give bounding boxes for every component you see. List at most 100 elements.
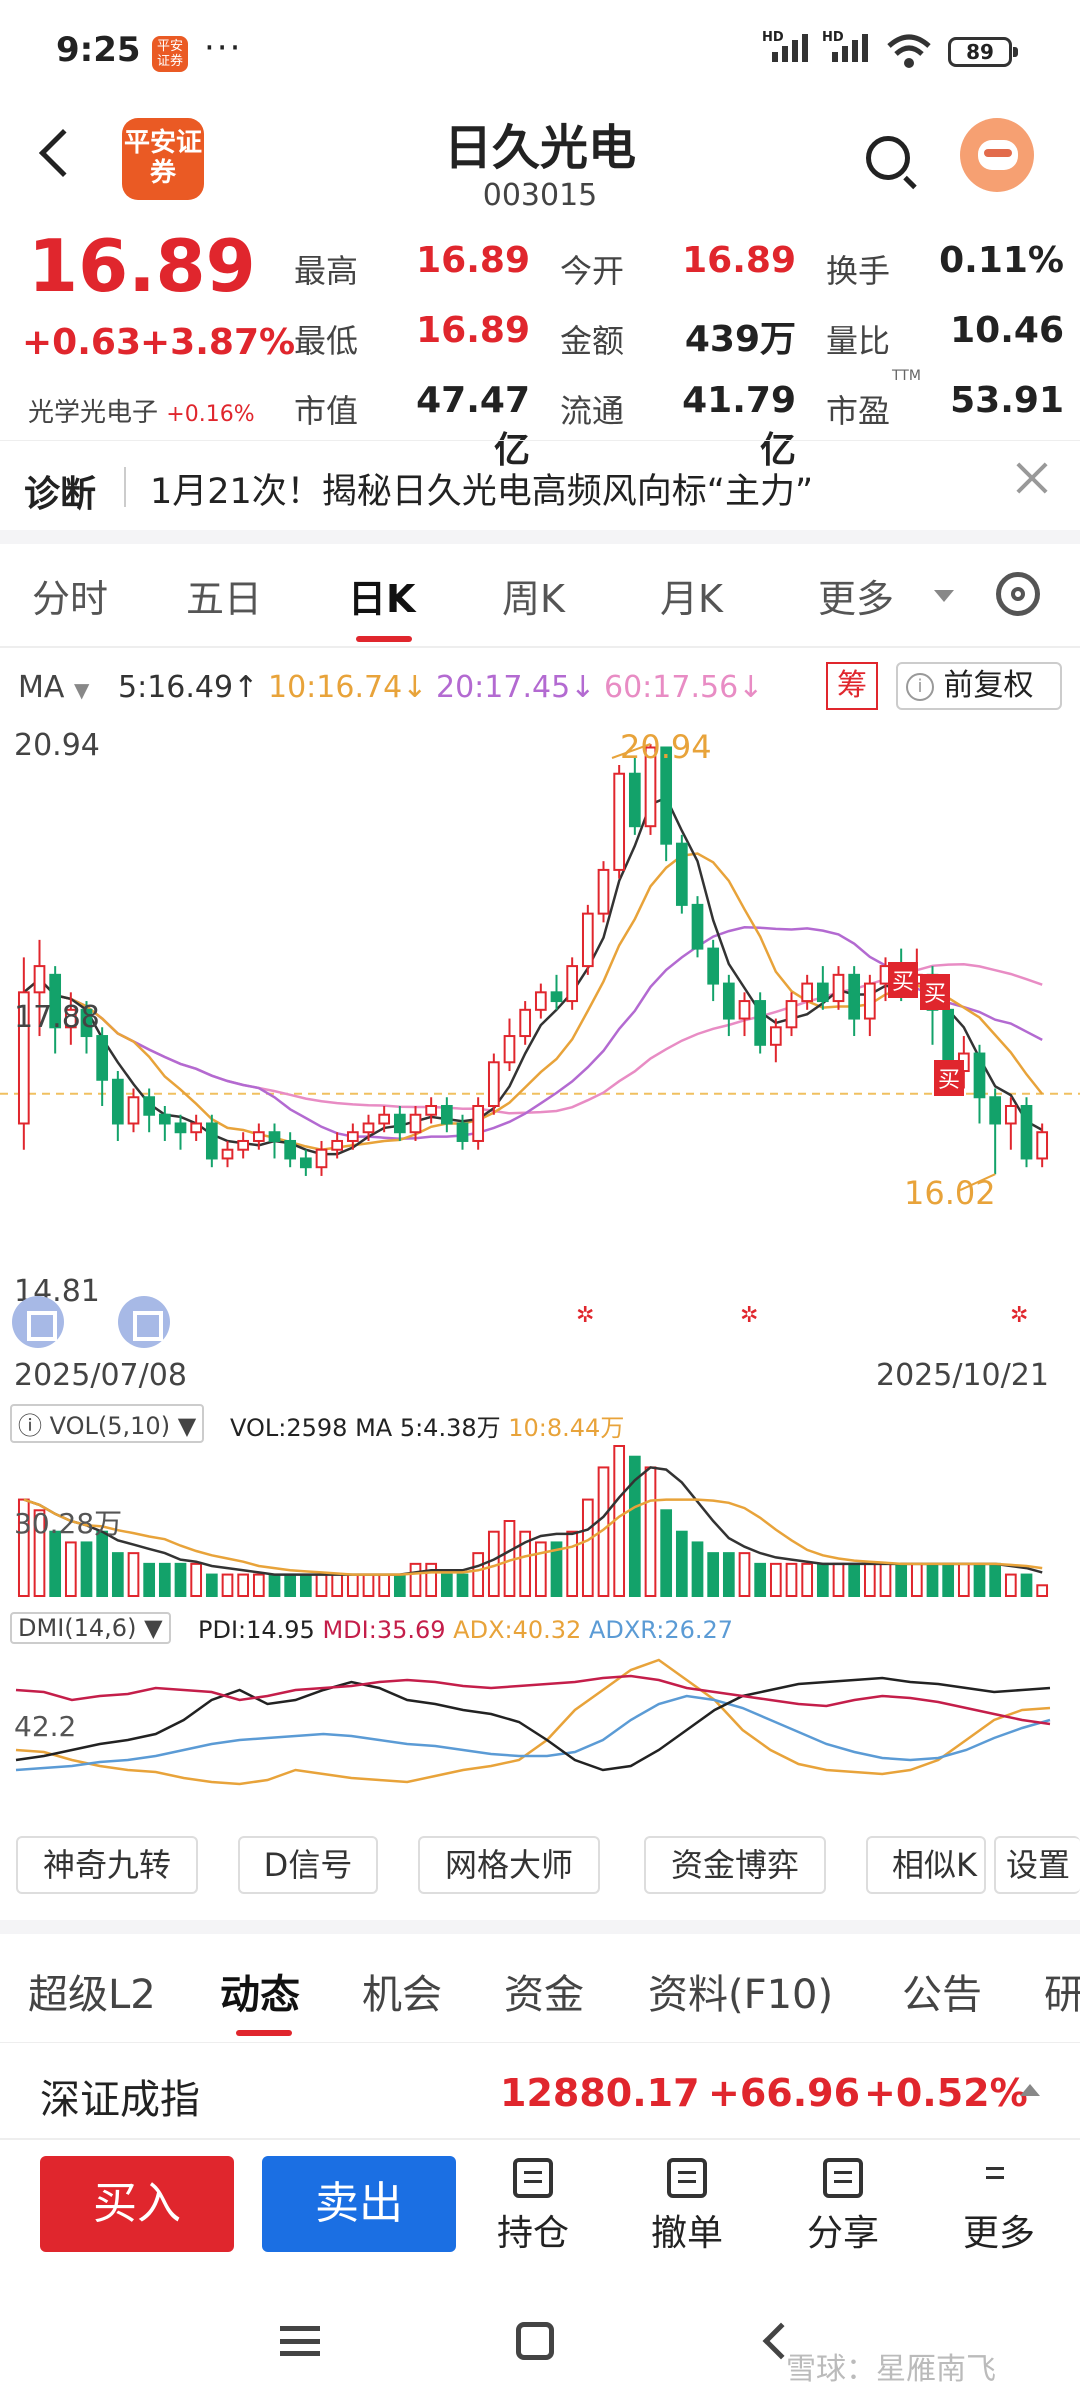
volume-bar [848,1562,861,1597]
active-tab-indicator [356,636,412,642]
chevron-up-icon[interactable] [1020,2084,1040,2096]
menu-icon [979,2158,1019,2198]
tab-daily-k[interactable]: 日K [348,568,415,623]
volume-bar [346,1573,359,1597]
assistant-avatar-icon[interactable] [960,118,1034,192]
dmi-pdi: PDI:14.95 [198,1616,315,1644]
candle-body [315,1148,328,1169]
volume-bar [754,1562,767,1597]
ma-selector[interactable]: MA ▼ [18,670,89,705]
tool-fund-game[interactable]: 资金博弈 [644,1836,826,1894]
undo-icon [667,2158,707,2198]
tool-grid-master[interactable]: 网格大师 [418,1836,600,1894]
volume-bar [80,1541,93,1598]
candle-body [754,1000,767,1046]
cancel-order-button[interactable]: 撤单 [632,2158,742,2256]
tab-dynamics[interactable]: 动态 [220,1962,300,2020]
dmi-selector[interactable]: DMI(14,6) ▼ [10,1612,171,1644]
chip-distribution-button[interactable]: 筹 [826,662,878,710]
volume-bar [174,1562,187,1597]
volume-bar [205,1573,218,1597]
volume-bar [691,1541,704,1598]
volume-bar [127,1552,140,1598]
holdings-button[interactable]: 持仓 [478,2158,588,2256]
tool-similar-k[interactable]: 相似K [866,1836,986,1894]
stock-code: 003015 [482,178,598,213]
search-icon[interactable] [866,136,910,180]
tab-intraday[interactable]: 分时 [32,568,108,623]
tool-d-signal[interactable]: D信号 [238,1836,378,1894]
tab-announcements[interactable]: 公告 [902,1962,982,2020]
candle-body [237,1139,250,1151]
menu-icon[interactable] [280,2326,320,2356]
stat-label-turnover: 换手 [826,252,891,290]
candle-body [863,982,876,1020]
volume-bar [863,1562,876,1597]
tab-super-l2[interactable]: 超级L2 [28,1962,156,2020]
section-divider [0,530,1080,544]
watermark: 雪球：星雁南飞 [786,2352,996,2387]
index-ticker[interactable]: 深证成指 12880.17 +66.96 +0.52% [0,2042,1080,2140]
volume-bar [910,1562,923,1597]
candle-body [628,772,641,828]
sector-link[interactable]: 光学光电子 +0.16% [28,392,255,429]
tool-settings[interactable]: 设置 [994,1836,1080,1894]
tab-opportunity[interactable]: 机会 [362,1962,442,2020]
volume-bar [315,1573,328,1597]
sell-button[interactable]: 卖出 [262,2156,456,2252]
buy-signal-tag[interactable]: 买 [934,1060,965,1096]
home-icon[interactable] [516,2322,554,2360]
fullscreen-icon[interactable] [118,1296,170,1348]
volume-chart[interactable] [0,1436,1080,1606]
tab-funds[interactable]: 资金 [504,1962,584,2020]
volume-bar [879,1562,892,1597]
volume-bar [425,1562,438,1597]
volume-bar [221,1573,234,1597]
dmi-mdi-line [15,1674,1051,1726]
tab-five-day[interactable]: 五日 [186,568,262,623]
buy-signal-tag[interactable]: 买 [888,962,919,998]
volume-bar [111,1552,124,1598]
volume-bar [409,1562,422,1597]
candle-body [707,947,720,985]
price-change-pct: +3.87% [140,322,296,363]
more-button[interactable]: 更多 [944,2158,1054,2256]
candle-body [456,1122,469,1142]
stat-value-open: 16.89 [682,240,796,281]
candle-body [597,868,610,915]
dmi-name: DMI(14,6) [18,1614,137,1642]
tab-monthly-k[interactable]: 月K [660,568,723,623]
dmi-chart[interactable] [0,1650,1080,1810]
expand-left-icon[interactable] [12,1296,64,1348]
candle-body [33,965,46,994]
candlestick-chart[interactable]: ✲ ✲ ✲ [0,720,1080,1360]
stat-label-high: 最高 [294,252,359,290]
tab-weekly-k[interactable]: 周K [502,568,565,623]
stat-label-amount: 金额 [560,322,625,360]
tool-magic-nine[interactable]: 神奇九转 [16,1836,198,1894]
tab-research[interactable]: 研 [1044,1962,1080,2020]
ma60-value: 60:17.56↓ [604,670,764,705]
volume-axis-label: 30.28万 [14,1507,123,1540]
adjust-button[interactable]: i 前复权 [896,662,1062,710]
holdings-label: 持仓 [496,2213,569,2254]
candle-body [346,1131,359,1142]
tab-more[interactable]: 更多 [818,568,894,623]
tab-f10[interactable]: 资料(F10) [648,1962,833,2020]
close-icon[interactable] [1012,458,1052,498]
volume-bar [801,1562,814,1597]
buy-signal-tag[interactable]: 买 [920,974,951,1010]
buy-button[interactable]: 买入 [40,2156,234,2252]
chevron-down-icon[interactable] [934,590,954,602]
date-start: 2025/07/08 [14,1358,187,1393]
event-marker-icon: ✲ [740,1303,758,1328]
share-button[interactable]: 分享 [788,2158,898,2256]
dmi-adxr-line [15,1694,1051,1772]
gear-icon[interactable] [996,572,1040,616]
volume-bar [973,1562,986,1597]
candle-body [503,1035,516,1064]
volume-bar [284,1573,297,1597]
stat-value-amount: 439万 [684,319,796,360]
diagnosis-banner[interactable]: 诊断 1月21次！揭秘日久光电高频风向标“主力” [0,440,1080,530]
chevron-down-icon: ▼ [73,678,90,702]
